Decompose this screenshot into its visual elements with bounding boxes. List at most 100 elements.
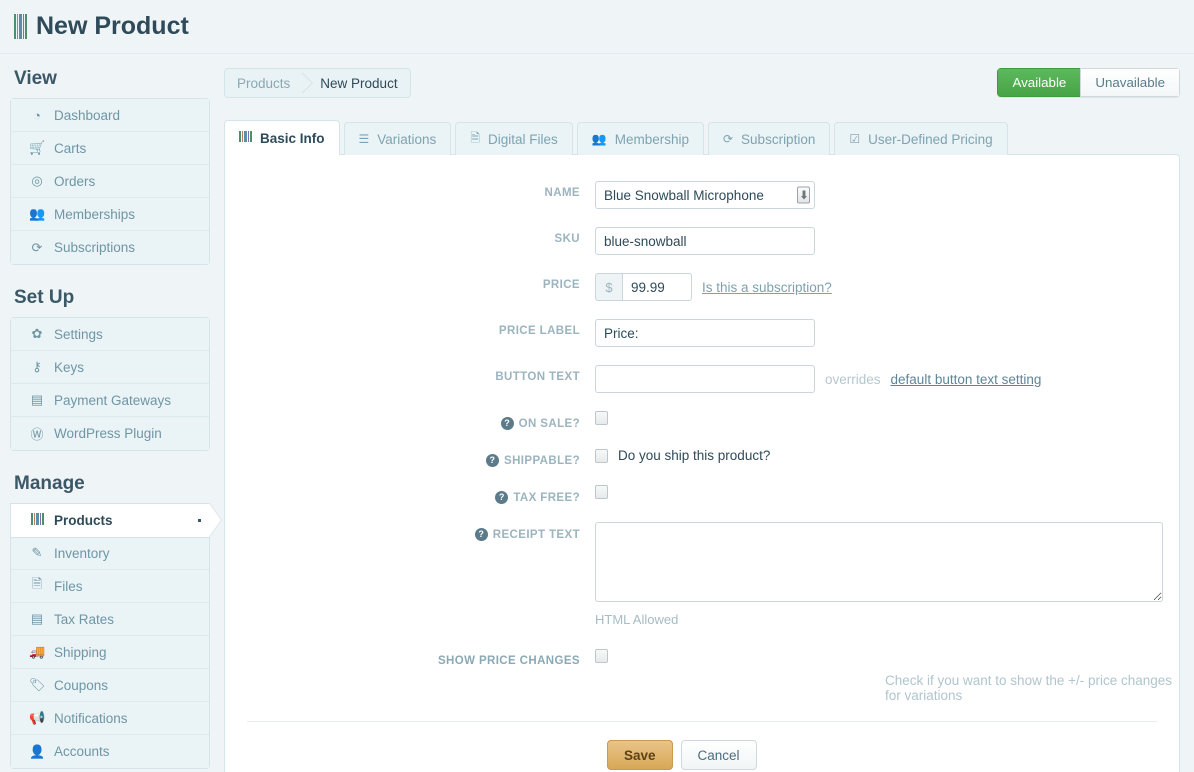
orders-icon: ◎ xyxy=(31,173,43,188)
tax-free-field-wrap xyxy=(595,485,608,499)
tab-subscription[interactable]: ⟳ Subscription xyxy=(707,122,831,155)
button-text-field-wrap: overrides default button text setting xyxy=(595,365,1041,393)
sidebar-item-notifications[interactable]: 📢 Notifications xyxy=(11,702,209,735)
sidebar-item-label: Orders xyxy=(54,173,96,189)
sidebar-item-tax-rates[interactable]: ▤ Tax Rates xyxy=(11,603,209,636)
price-label: PRICE xyxy=(542,279,580,291)
name-field-wrap xyxy=(595,181,815,209)
tab-user-defined-pricing[interactable]: ☑ User-Defined Pricing xyxy=(834,122,1008,155)
tab-variations[interactable]: ☰ Variations xyxy=(343,122,452,155)
receipt-text-label-text: RECEIPT TEXT xyxy=(492,528,580,541)
truck-icon: 🚚 xyxy=(29,644,46,659)
sidebar-item-label: Keys xyxy=(54,359,85,375)
show-price-changes-checkbox[interactable] xyxy=(595,649,608,663)
tab-membership[interactable]: 👥 Membership xyxy=(576,122,704,155)
sidebar-item-label: Settings xyxy=(54,326,103,342)
form-row-receipt-text: ? RECEIPT TEXT HTML Allowed xyxy=(225,522,1179,627)
on-sale-label-text: ON SALE? xyxy=(518,417,580,430)
currency-symbol: $ xyxy=(595,273,622,301)
on-sale-checkbox[interactable] xyxy=(595,411,608,425)
sidebar-item-dashboard[interactable]: ◔ Dashboard xyxy=(11,99,209,132)
sidebar-item-keys[interactable]: ⚷ Keys xyxy=(11,351,209,384)
shippable-checkbox[interactable] xyxy=(595,448,608,463)
barcode-icon xyxy=(29,513,45,528)
sidebar-item-inventory[interactable]: ✎ Inventory xyxy=(11,537,209,570)
sidebar-item-label: Subscriptions xyxy=(54,240,136,255)
price-label-input[interactable] xyxy=(595,319,815,347)
sidebar-item-subscriptions[interactable]: ⟳ Subscriptions xyxy=(11,231,209,264)
sidebar-group-view: ◔ Dashboard 🛒 Carts ◎ Orders 👥 Membershi… xyxy=(10,98,210,265)
sidebar-item-files[interactable]: 🗎 Files xyxy=(11,570,209,603)
group-icon: 👥 xyxy=(591,132,607,146)
sidebar-item-label: Notifications xyxy=(54,710,128,726)
form-row-show-price-changes: SHOW PRICE CHANGES Check if you want to … xyxy=(225,649,1179,703)
available-button[interactable]: Available xyxy=(997,68,1081,97)
tab-basic-info[interactable]: Basic Info xyxy=(224,120,340,155)
basic-info-panel: NAME SKU PRICE xyxy=(224,154,1180,772)
footer-actions: Save Cancel xyxy=(225,722,1179,770)
sidebar-item-label: Shipping xyxy=(54,644,107,660)
receipt-text-field-wrap: HTML Allowed xyxy=(595,522,1163,627)
key-icon: ⚷ xyxy=(32,359,42,374)
tax-free-checkbox[interactable] xyxy=(595,485,608,499)
tab-digital-files[interactable]: 🗎 Digital Files xyxy=(455,122,573,155)
tab-bar: Basic Info ☰ Variations 🗎 Digital Files … xyxy=(224,120,1180,155)
name-label: NAME xyxy=(544,187,580,199)
receipt-text-hint: HTML Allowed xyxy=(595,612,679,627)
autofill-icon[interactable] xyxy=(797,186,810,204)
shippable-checkbox-text: Do you ship this product? xyxy=(618,448,771,463)
name-input[interactable] xyxy=(595,181,815,209)
megaphone-icon: 📢 xyxy=(29,710,46,725)
breadcrumb-item-products[interactable]: Products xyxy=(225,69,302,97)
sidebar-item-carts[interactable]: 🛒 Carts xyxy=(11,132,209,165)
help-icon[interactable]: ? xyxy=(486,454,499,467)
sidebar-group-setup: ✿ Settings ⚷ Keys ▤ Payment Gateways Ⓦ W… xyxy=(10,317,210,451)
refresh-icon: ⟳ xyxy=(31,239,43,255)
shippable-label-text: SHIPPABLE? xyxy=(504,454,580,467)
button-text-input[interactable] xyxy=(595,365,815,393)
subscription-link[interactable]: Is this a subscription? xyxy=(702,280,832,295)
sidebar-item-shipping[interactable]: 🚚 Shipping xyxy=(11,636,209,669)
page-title-text: New Product xyxy=(36,12,189,40)
book-icon: ▤ xyxy=(30,611,44,626)
barcode-icon xyxy=(239,131,252,145)
receipt-text-textarea[interactable] xyxy=(595,522,1163,602)
form-row-tax-free: ? TAX FREE? xyxy=(225,485,1179,504)
sidebar-item-wordpress-plugin[interactable]: Ⓦ WordPress Plugin xyxy=(11,417,209,450)
tab-label: Membership xyxy=(614,131,689,147)
sidebar-item-label: Carts xyxy=(54,140,87,156)
sidebar-item-orders[interactable]: ◎ Orders xyxy=(11,165,209,198)
sidebar-item-label: Dashboard xyxy=(54,107,121,123)
price-input[interactable] xyxy=(622,273,692,301)
file-icon: 🗎 xyxy=(31,576,43,591)
sku-input[interactable] xyxy=(595,227,815,255)
sidebar-item-coupons[interactable]: 🏷 Coupons xyxy=(11,669,209,702)
cancel-button[interactable]: Cancel xyxy=(680,740,757,770)
sidebar-item-payment-gateways[interactable]: ▤ Payment Gateways xyxy=(11,384,209,417)
sidebar-group-manage: Products ✎ Inventory 🗎 Files ▤ Tax Rates… xyxy=(10,503,210,769)
sidebar-item-accounts[interactable]: 👤 Accounts xyxy=(11,735,209,768)
sidebar-item-settings[interactable]: ✿ Settings xyxy=(11,318,209,351)
page-layout: View ◔ Dashboard 🛒 Carts ◎ Orders 👥 Memb… xyxy=(0,54,1194,772)
help-icon[interactable]: ? xyxy=(495,491,509,504)
default-button-text-link[interactable]: default button text setting xyxy=(891,372,1042,387)
save-button[interactable]: Save xyxy=(607,740,673,770)
button-text-note-prefix: overrides xyxy=(825,371,881,387)
help-icon[interactable]: ? xyxy=(474,528,488,541)
sidebar-item-products[interactable]: Products xyxy=(11,504,209,537)
wordpress-icon: Ⓦ xyxy=(30,427,44,442)
file-icon: 🗎 xyxy=(470,130,480,145)
memberships-icon: 👥 xyxy=(29,206,46,221)
sidebar-item-label: Accounts xyxy=(54,744,110,759)
form-row-shippable: ? SHIPPABLE? Do you ship this product? xyxy=(225,448,1179,467)
breadcrumb-item-current: New Product xyxy=(320,75,398,91)
main-content: Products New Product Available Unavailab… xyxy=(210,54,1194,772)
sidebar-item-memberships[interactable]: 👥 Memberships xyxy=(11,198,209,231)
shippable-field-wrap: Do you ship this product? xyxy=(595,448,770,463)
sidebar-item-label: Inventory xyxy=(54,545,110,561)
help-icon[interactable]: ? xyxy=(500,417,514,430)
unavailable-button[interactable]: Unavailable xyxy=(1080,68,1180,97)
refresh-icon: ⟳ xyxy=(722,132,734,146)
breadcrumb: Products New Product xyxy=(224,68,411,98)
sidebar-heading-manage: Manage xyxy=(14,473,85,494)
